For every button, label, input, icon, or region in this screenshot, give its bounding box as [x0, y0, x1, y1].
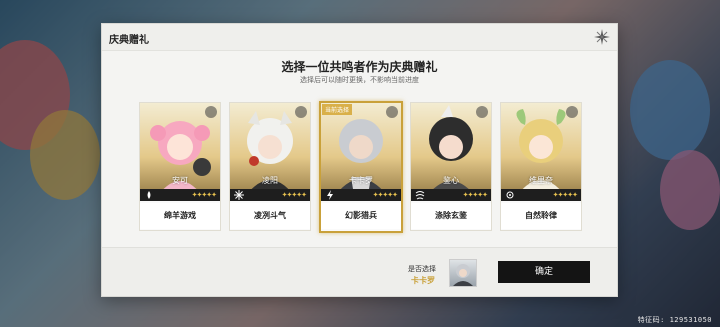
- skin-name: 凌冽斗气: [230, 203, 310, 229]
- glacio-icon: [234, 190, 244, 200]
- close-icon: [594, 29, 610, 45]
- skin-name: 幻影猎兵: [321, 203, 401, 229]
- dialog-subheading: 选择后可以随时更换，不影响当前进度: [300, 76, 419, 84]
- rarity-bar: ✦✦✦✦✦: [230, 189, 310, 201]
- character-card-calcharo[interactable]: 当前选择 卡卡罗 ✦✦✦✦✦ 幻影猎兵: [319, 101, 403, 233]
- zoom-icon[interactable]: [566, 106, 578, 118]
- skin-name: 自然聆律: [501, 203, 581, 229]
- fusion-icon: [147, 191, 151, 199]
- zoom-icon[interactable]: [476, 106, 488, 118]
- skin-name: 绵羊游戏: [140, 203, 220, 229]
- rarity-bar: ✦✦✦✦✦: [321, 189, 401, 201]
- character-name: 鉴心: [443, 176, 459, 185]
- zoom-icon[interactable]: [295, 106, 307, 118]
- confirm-button[interactable]: 确定: [498, 261, 590, 283]
- rarity-bar: ✦✦✦✦✦: [501, 189, 581, 201]
- dialog-footer: 是否选择 卡卡罗 确定: [102, 247, 617, 296]
- rarity-bar: ✦✦✦✦✦: [411, 189, 491, 201]
- zoom-icon[interactable]: [205, 106, 217, 118]
- uid-label: 特征码: 129531050: [637, 316, 712, 324]
- rarity-bar: ✦✦✦✦✦: [140, 189, 220, 201]
- character-card-lingyang[interactable]: 凌阳 ✦✦✦✦✦ 凌冽斗气: [229, 102, 311, 231]
- dialog-title: 庆典赠礼: [109, 35, 149, 46]
- character-card-jianxin[interactable]: 鉴心 ✦✦✦✦✦ 涤除玄鉴: [410, 102, 492, 231]
- character-card-encore[interactable]: 安可 ✦✦✦✦✦ 绵羊游戏: [139, 102, 221, 231]
- aero-icon: [415, 191, 425, 200]
- rarity-stars: ✦✦✦✦✦: [552, 191, 578, 199]
- skin-name: 涤除玄鉴: [411, 203, 491, 229]
- electro-icon: [327, 190, 333, 200]
- current-selection-badge: 当前选择: [322, 104, 353, 115]
- zoom-icon[interactable]: [386, 106, 398, 118]
- dialog-heading: 选择一位共鸣者作为庆典赠礼: [281, 60, 438, 74]
- gift-dialog: 庆典赠礼 选择一位共鸣者作为庆典赠礼 选择后可以随时更换，不影响当前进度 安可 …: [101, 23, 618, 297]
- selected-character-name: 卡卡罗: [411, 276, 435, 285]
- rarity-stars: ✦✦✦✦✦: [281, 191, 307, 199]
- close-button[interactable]: [591, 26, 613, 48]
- character-name: 维里奈: [529, 176, 553, 185]
- character-name: 安可: [172, 176, 188, 185]
- character-name: 凌阳: [262, 176, 278, 185]
- dialog-header: 庆典赠礼: [102, 24, 617, 51]
- confirm-question: 是否选择: [408, 265, 436, 273]
- selected-character-thumbnail: [449, 259, 477, 287]
- rarity-stars: ✦✦✦✦✦: [191, 191, 217, 199]
- rarity-stars: ✦✦✦✦✦: [462, 191, 488, 199]
- character-name: 卡卡罗: [349, 176, 373, 185]
- rarity-stars: ✦✦✦✦✦: [372, 191, 398, 199]
- spectro-icon: [506, 191, 514, 199]
- character-card-verina[interactable]: 维里奈 ✦✦✦✦✦ 自然聆律: [500, 102, 582, 231]
